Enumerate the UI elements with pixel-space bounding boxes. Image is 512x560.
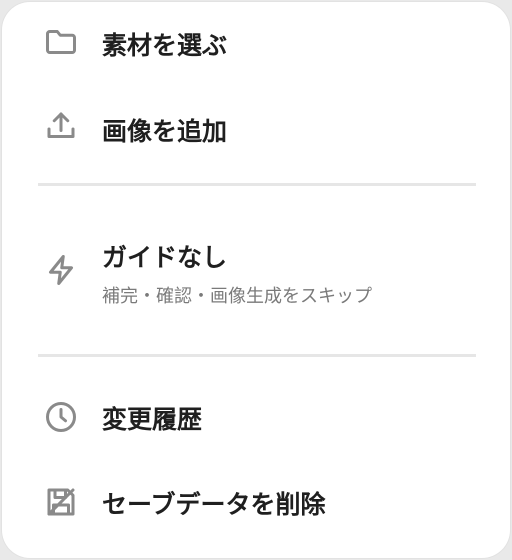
menu-item-label: 画像を追加 <box>102 117 228 146</box>
clock-icon <box>42 398 80 436</box>
menu-item-change-history[interactable]: 変更履歴 <box>2 392 510 440</box>
context-menu: 素材を選ぶ 画像を追加 ガイドなし 補完・確認・画像生成をスキップ 変更履歴 セ… <box>2 2 510 558</box>
menu-item-sublabel: 補完・確認・画像生成をスキップ <box>102 286 372 307</box>
folder-icon <box>42 23 80 61</box>
menu-item-choose-material[interactable]: 素材を選ぶ <box>2 18 510 66</box>
save-delete-icon <box>42 483 80 521</box>
divider <box>38 354 476 357</box>
menu-item-delete-save-data[interactable]: セーブデータを削除 <box>2 477 510 525</box>
menu-item-label: 素材を選ぶ <box>102 31 228 60</box>
upload-icon <box>42 107 80 145</box>
menu-item-add-image[interactable]: 画像を追加 <box>2 104 510 152</box>
menu-item-label: 変更履歴 <box>102 405 203 434</box>
menu-item-label: セーブデータを削除 <box>102 490 326 519</box>
divider <box>38 183 476 186</box>
lightning-icon <box>42 251 80 289</box>
menu-item-no-guide[interactable]: ガイドなし 補完・確認・画像生成をスキップ <box>2 228 510 312</box>
menu-item-label: ガイドなし <box>102 243 228 272</box>
